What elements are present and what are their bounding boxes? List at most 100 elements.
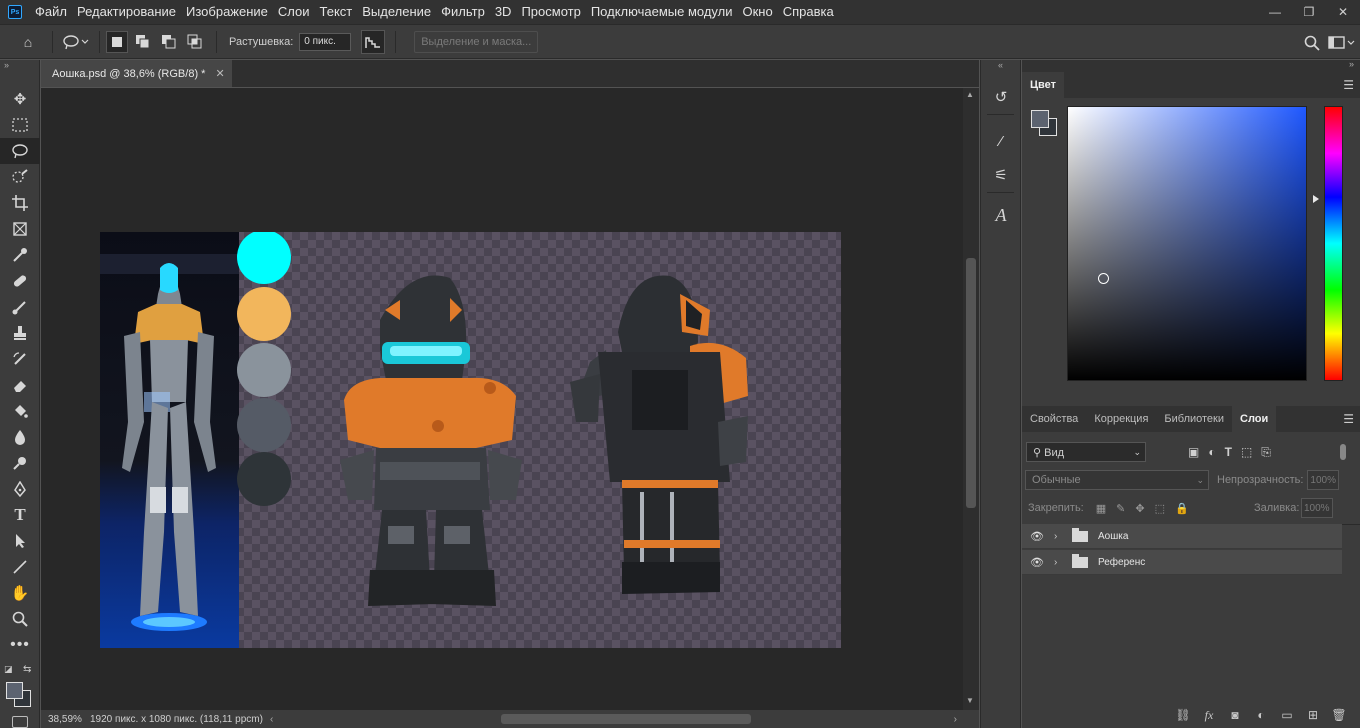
add-mask-icon[interactable]: ◙ xyxy=(1222,708,1248,722)
lock-all-icon[interactable]: 🔒 xyxy=(1175,502,1189,515)
eraser-tool-icon[interactable] xyxy=(0,372,40,398)
zoom-level[interactable]: 38,59% xyxy=(48,714,88,725)
collapse-toolbar-icon[interactable]: » xyxy=(0,60,39,74)
close-tab-icon[interactable]: ✕ xyxy=(215,67,224,80)
filter-type-icon[interactable]: T xyxy=(1225,445,1232,460)
antialias-toggle[interactable] xyxy=(361,29,386,54)
history-brush-tool-icon[interactable] xyxy=(0,346,40,372)
color-panel-menu-icon[interactable]: ☰ xyxy=(1343,78,1354,92)
new-group-icon[interactable]: ▭ xyxy=(1274,708,1300,722)
fill-input[interactable]: 100% xyxy=(1301,498,1333,518)
scroll-up-icon[interactable]: ▲ xyxy=(966,90,974,99)
scroll-down-icon[interactable]: ▼ xyxy=(966,696,974,705)
new-selection-button[interactable] xyxy=(106,30,128,53)
layer-name[interactable]: Аошка xyxy=(1098,531,1128,542)
lock-position-icon[interactable]: ✥ xyxy=(1135,502,1144,515)
marquee-tool-icon[interactable] xyxy=(0,112,40,138)
menu-image[interactable]: Изображение xyxy=(181,0,273,24)
swap-colors-icon[interactable]: ⇆ xyxy=(23,664,31,675)
menu-edit[interactable]: Редактирование xyxy=(72,0,181,24)
zoom-tool-icon[interactable] xyxy=(0,606,40,632)
opacity-input[interactable]: 100% xyxy=(1307,470,1340,490)
delete-layer-icon[interactable]: 🗑 xyxy=(1326,708,1352,722)
more-tools-icon[interactable]: ••• xyxy=(0,632,40,658)
paint-bucket-tool-icon[interactable] xyxy=(0,398,40,424)
select-and-mask-button[interactable]: Выделение и маска... xyxy=(414,30,539,53)
layer-row[interactable]: 👁 › Аошка xyxy=(1022,524,1342,549)
hand-tool-icon[interactable]: ✋ xyxy=(0,580,40,606)
lock-image-icon[interactable]: ✎ xyxy=(1116,502,1125,515)
filter-adjustment-icon[interactable]: ◐ xyxy=(1208,445,1215,460)
horizontal-scroll-thumb[interactable] xyxy=(501,714,751,724)
collapse-panels-icon[interactable]: » xyxy=(1349,59,1354,69)
layer-style-fx-icon[interactable]: fx xyxy=(1196,708,1222,723)
search-icon[interactable] xyxy=(1300,31,1324,55)
character-panel-icon[interactable]: A xyxy=(981,198,1021,232)
menu-file[interactable]: Файл xyxy=(30,0,72,24)
expand-panels-icon[interactable]: « xyxy=(981,60,1020,72)
restore-icon[interactable]: ❐ xyxy=(1292,0,1326,24)
lasso-preset-icon[interactable] xyxy=(59,30,93,54)
document-canvas[interactable] xyxy=(100,232,841,648)
lock-transparent-icon[interactable]: ▦ xyxy=(1096,502,1106,515)
lasso-tool-icon[interactable] xyxy=(0,138,40,164)
type-tool-icon[interactable]: T xyxy=(0,502,40,528)
filter-pixel-icon[interactable]: ▣ xyxy=(1188,445,1199,460)
menu-view[interactable]: Просмотр xyxy=(516,0,585,24)
document-tab[interactable]: Аошка.psd @ 38,6% (RGB/8) * ✕ xyxy=(41,60,232,87)
menu-help[interactable]: Справка xyxy=(778,0,839,24)
close-icon[interactable]: ✕ xyxy=(1326,0,1360,24)
crop-tool-icon[interactable] xyxy=(0,190,40,216)
dodge-tool-icon[interactable] xyxy=(0,450,40,476)
scroll-right-icon[interactable]: › xyxy=(954,714,957,725)
subtract-selection-button[interactable] xyxy=(158,31,180,53)
clone-stamp-tool-icon[interactable] xyxy=(0,320,40,346)
intersect-selection-button[interactable] xyxy=(184,31,206,53)
status-menu-icon[interactable]: ‹ xyxy=(270,714,273,725)
vertical-scrollbar[interactable]: ▲ ▼ xyxy=(963,88,979,710)
line-tool-icon[interactable] xyxy=(0,554,40,580)
document-info[interactable]: 1920 пикс. x 1080 пикс. (118,11 ppcm) xyxy=(90,714,270,725)
home-icon[interactable]: ⌂ xyxy=(16,30,40,54)
new-layer-icon[interactable]: ⊞ xyxy=(1300,708,1326,722)
workspace-switcher-icon[interactable] xyxy=(1324,31,1360,55)
hue-slider[interactable] xyxy=(1324,106,1343,381)
filter-toggle[interactable] xyxy=(1340,444,1346,460)
expand-group-icon[interactable]: › xyxy=(1054,531,1066,542)
pen-tool-icon[interactable] xyxy=(0,476,40,502)
layer-filter-select[interactable]: ⚲ Вид ⌄ xyxy=(1026,442,1146,462)
quick-mask-icon[interactable] xyxy=(12,716,28,728)
tab-libraries[interactable]: Библиотеки xyxy=(1156,406,1232,432)
add-selection-button[interactable] xyxy=(132,31,154,53)
lock-artboard-icon[interactable]: ⬚ xyxy=(1155,502,1165,515)
horizontal-scrollbar[interactable] xyxy=(286,714,956,724)
brush-settings-icon[interactable]: ⁄ xyxy=(981,124,1021,158)
tab-color[interactable]: Цвет xyxy=(1022,72,1065,98)
hue-slider-pointer[interactable] xyxy=(1313,195,1319,203)
expand-group-icon[interactable]: › xyxy=(1054,557,1066,568)
healing-brush-tool-icon[interactable] xyxy=(0,268,40,294)
filter-shape-icon[interactable]: ⬚ xyxy=(1241,445,1252,460)
menu-filter[interactable]: Фильтр xyxy=(436,0,490,24)
history-panel-icon[interactable]: ↺ xyxy=(981,80,1021,114)
visibility-eye-icon[interactable]: 👁 xyxy=(1022,530,1052,543)
default-colors-icon[interactable]: ◪ xyxy=(4,664,13,675)
path-selection-tool-icon[interactable] xyxy=(0,528,40,554)
feather-input[interactable] xyxy=(299,32,352,51)
link-layers-icon[interactable]: ⛓ xyxy=(1170,708,1196,722)
blur-tool-icon[interactable] xyxy=(0,424,40,450)
filter-smart-object-icon[interactable]: ⎘ xyxy=(1261,445,1271,460)
color-picker-marker[interactable] xyxy=(1098,273,1109,284)
color-picker-field[interactable] xyxy=(1067,106,1307,381)
tab-properties[interactable]: Свойства xyxy=(1022,406,1086,432)
adjustments-sliders-icon[interactable]: ⚟ xyxy=(981,158,1021,192)
layer-row[interactable]: 👁 › Референс xyxy=(1022,550,1342,575)
foreground-color-swatch[interactable] xyxy=(6,682,23,699)
quick-selection-tool-icon[interactable] xyxy=(0,164,40,190)
eyedropper-tool-icon[interactable] xyxy=(0,242,40,268)
frame-tool-icon[interactable] xyxy=(0,216,40,242)
color-panel-foreground-swatch[interactable] xyxy=(1031,110,1049,128)
menu-select[interactable]: Выделение xyxy=(357,0,436,24)
menu-type[interactable]: Текст xyxy=(315,0,358,24)
move-tool-icon[interactable]: ✥ xyxy=(0,86,40,112)
